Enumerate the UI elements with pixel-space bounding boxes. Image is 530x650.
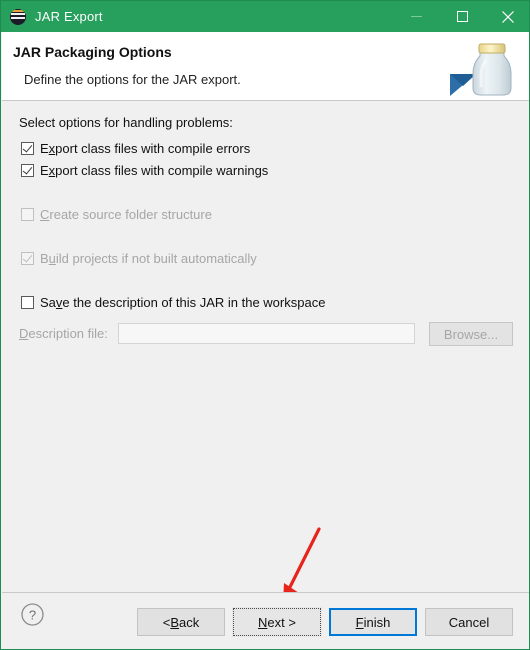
close-button[interactable] (485, 1, 529, 32)
jar-banner-icon (450, 36, 522, 98)
dialog-content: Select options for handling problems: Ex… (2, 101, 529, 592)
next-button[interactable]: Next > (232, 607, 322, 637)
option-export-compile-warnings[interactable]: Export class files with compile warnings (21, 161, 268, 179)
maximize-button[interactable] (439, 1, 485, 32)
back-button[interactable]: < Back (137, 608, 225, 636)
option-create-source-folder-structure: Create source folder structure (21, 205, 212, 223)
browse-button[interactable]: rBrowse... (429, 322, 513, 346)
description-file-input[interactable] (118, 323, 415, 344)
option-build-projects-if-not-built: Build projects if not built automaticall… (21, 249, 257, 267)
option-label: Export class files with compile warnings (40, 162, 269, 178)
jar-export-icon (10, 8, 26, 25)
checkbox-create-source-folder-structure (21, 207, 34, 221)
page-title: JAR Packaging Options (13, 44, 172, 60)
checkbox-save-description[interactable] (21, 295, 34, 309)
option-label: Build projects if not built automaticall… (40, 250, 257, 266)
cancel-button[interactable]: Cancel (425, 608, 513, 636)
dialog-buttons: < Back Next > Finish Cancel (137, 607, 513, 637)
intro-label: Select options for handling problems: (19, 115, 233, 130)
dialog-footer: ? < Back Next > Finish Cancel (2, 592, 529, 649)
finish-button[interactable]: Finish (329, 608, 417, 636)
option-export-compile-errors[interactable]: Export class files with compile errors (21, 139, 250, 157)
option-label: Export class files with compile errors (40, 140, 251, 156)
title-bar: JAR Export (1, 1, 529, 32)
dialog-header: JAR Packaging Options Define the options… (2, 32, 529, 101)
page-subtitle: Define the options for the JAR export. (24, 72, 241, 87)
description-file-row: Description file: rBrowse... (19, 322, 513, 346)
option-label: Create source folder structure (40, 206, 212, 222)
minimize-button[interactable] (393, 1, 439, 32)
checkbox-export-compile-warnings[interactable] (21, 163, 34, 177)
window-controls (393, 1, 529, 32)
option-label: Save the description of this JAR in the … (40, 294, 326, 310)
description-file-label: Description file: (19, 326, 108, 341)
window-title: JAR Export (35, 9, 103, 24)
svg-text:?: ? (29, 608, 36, 623)
help-circle-icon[interactable]: ? (20, 602, 45, 627)
option-save-description[interactable]: Save the description of this JAR in the … (21, 293, 325, 311)
checkbox-export-compile-errors[interactable] (21, 141, 34, 155)
jar-export-dialog: JAR Export JAR Packaging Options Define … (0, 0, 530, 650)
checkbox-build-projects-if-not-built (21, 251, 34, 265)
